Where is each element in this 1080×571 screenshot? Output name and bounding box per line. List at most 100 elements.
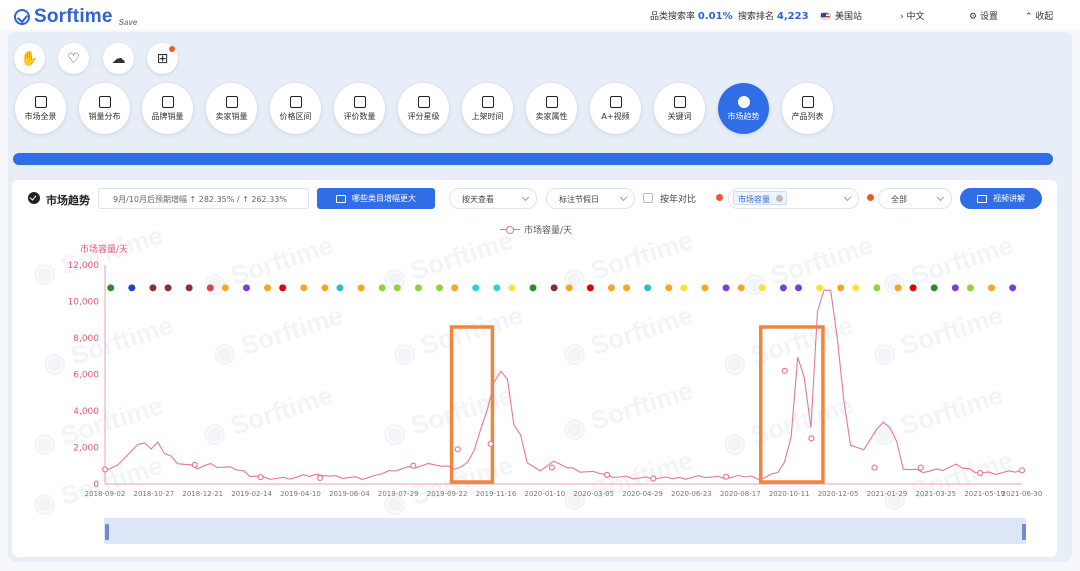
x-tick-label: 2021-05-19 — [964, 490, 1005, 498]
series-point-marker — [917, 464, 924, 471]
series-point-marker — [1018, 467, 1026, 474]
event-marker-dot — [722, 284, 730, 292]
x-tick-label: 2021-03-25 — [915, 490, 956, 498]
series-point-marker — [257, 473, 264, 481]
event-marker-dot — [128, 284, 136, 292]
event-marker-dot — [966, 284, 974, 292]
event-marker-dot — [242, 284, 250, 292]
y-tick-label: 0 — [93, 480, 99, 490]
event-marker-dot — [378, 284, 386, 292]
event-marker-dot — [930, 284, 938, 292]
event-marker-dot — [336, 284, 344, 292]
event-marker-dot — [550, 284, 558, 292]
highlight-box — [449, 325, 495, 484]
market-trend-chart: 市场容量/天 0 2,000 4,000 6,000 8,000 10,000 12,000 2… — [68, 243, 1043, 538]
event-marker-dot — [816, 284, 824, 292]
event-marker-dot — [279, 284, 287, 292]
event-marker-dot — [623, 284, 631, 292]
x-tick-label: 2019-06-04 — [329, 490, 370, 498]
event-marker-dot — [221, 284, 229, 292]
y-axis-label: 市场容量/天 — [80, 243, 128, 255]
event-marker-dot — [794, 284, 802, 292]
event-marker-dot — [206, 284, 214, 292]
event-marker-dot — [1009, 284, 1017, 292]
event-marker-dot — [493, 284, 501, 292]
event-marker-dot — [185, 284, 193, 292]
x-tick-label: 2018-10-27 — [134, 490, 175, 498]
x-tick-label: 2021-01-29 — [867, 490, 908, 498]
y-tick-label: 8,000 — [73, 334, 99, 344]
x-tick-label: 2019-02-14 — [231, 490, 272, 498]
event-marker-dot — [837, 284, 845, 292]
series-point-marker — [191, 461, 198, 468]
zoom-slider-track[interactable] — [104, 518, 1026, 544]
event-marker-dot — [701, 284, 709, 292]
series-point-marker — [723, 473, 730, 480]
series-line — [104, 289, 1023, 481]
y-tick-label: 10,000 — [68, 298, 100, 308]
event-marker-dot — [779, 284, 787, 292]
event-marker-dot — [149, 284, 157, 292]
event-marker-dot — [607, 284, 615, 292]
y-tick-label: 2,000 — [73, 444, 99, 454]
x-tick-label: 2020-06-23 — [671, 490, 712, 498]
event-marker-dot — [436, 284, 444, 292]
series-point-marker — [316, 474, 324, 482]
event-marker-dot — [644, 284, 652, 292]
series-point-marker — [871, 464, 878, 471]
x-tick-label: 2020-12-05 — [818, 490, 859, 498]
x-tick-label: 2018-12-21 — [182, 490, 223, 498]
y-tick-label: 12,000 — [68, 261, 100, 271]
event-marker-dot — [472, 284, 480, 292]
y-tick-label: 4,000 — [73, 407, 99, 417]
event-marker-dot — [565, 284, 573, 292]
event-marker-dot — [414, 284, 422, 292]
x-tick-label: 2019-09-22 — [427, 490, 468, 498]
series-point-marker — [454, 446, 461, 453]
event-marker-dot — [264, 284, 272, 292]
x-tick-label: 2019-07-29 — [378, 490, 419, 498]
x-tick-label: 2020-01-10 — [524, 490, 565, 498]
x-tick-label: 2020-08-17 — [720, 490, 761, 498]
event-marker-dot — [586, 284, 594, 292]
series-point-marker — [487, 440, 494, 447]
event-marker-dot — [737, 284, 745, 292]
x-tick-label: 2020-03-05 — [573, 490, 614, 498]
series-point-marker — [977, 469, 984, 477]
zoom-slider-left-handle[interactable] — [105, 524, 109, 540]
event-marker-dot — [393, 284, 401, 292]
event-marker-dot — [758, 284, 766, 292]
event-marker-dot — [894, 284, 902, 292]
series-point-marker — [410, 462, 417, 469]
event-marker-dot — [107, 284, 115, 292]
series-point-marker — [781, 367, 788, 374]
x-tick-label: 2018-09-02 — [85, 490, 126, 498]
x-tick-label: 2019-04-10 — [280, 490, 321, 498]
event-marker-dot — [873, 284, 881, 292]
event-marker-dot — [321, 284, 329, 292]
x-tick-label: 2020-04-29 — [622, 490, 663, 498]
series-point-marker — [548, 464, 556, 471]
event-marker-dot — [164, 284, 172, 292]
event-marker-dot — [852, 284, 860, 292]
series-point-marker — [808, 435, 815, 442]
event-marker-dot — [357, 284, 365, 292]
x-tick-label: 2021-06-30 — [1002, 490, 1043, 498]
event-marker-dot — [300, 284, 308, 292]
event-marker-dot — [508, 284, 516, 292]
x-tick-label: 2020-10-11 — [769, 490, 810, 498]
series-point-marker — [101, 466, 109, 473]
x-tick-label: 2019-11-16 — [476, 490, 517, 498]
highlight-box — [759, 325, 825, 484]
event-marker-dot — [909, 284, 917, 292]
event-marker-dot — [665, 284, 673, 292]
event-marker-dot — [529, 284, 537, 292]
event-marker-dot — [680, 284, 688, 292]
zoom-slider-right-handle[interactable] — [1022, 524, 1026, 540]
event-marker-dot — [451, 284, 459, 292]
series-point-marker — [603, 471, 611, 478]
y-tick-label: 6,000 — [73, 371, 99, 381]
series-point-marker — [650, 475, 657, 482]
event-marker-dot — [988, 284, 996, 292]
event-marker-dot — [951, 284, 959, 292]
